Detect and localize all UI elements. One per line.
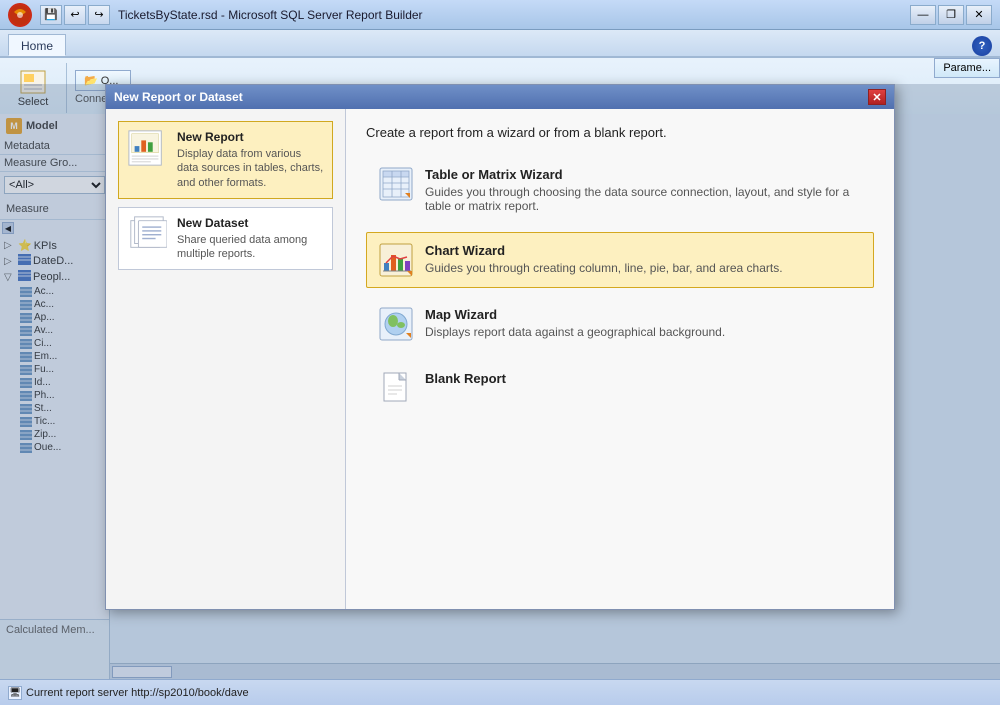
save-btn[interactable]: 💾	[40, 5, 62, 25]
modal-close-button[interactable]: ✕	[868, 89, 886, 105]
table-wizard-icon	[379, 167, 413, 201]
window-title: TicketsByState.rsd - Microsoft SQL Serve…	[118, 8, 423, 22]
status-bar: 🖥 Current report server http://sp2010/bo…	[0, 679, 1000, 705]
undo-btn[interactable]: ↩	[64, 5, 86, 25]
modal-header-text: Create a report from a wizard or from a …	[366, 125, 874, 140]
wizard-table-matrix[interactable]: Table or Matrix Wizard Guides you throug…	[366, 156, 874, 224]
table-wizard-title: Table or Matrix Wizard	[425, 167, 861, 182]
title-bar: 💾 ↩ ↪ TicketsByState.rsd - Microsoft SQL…	[0, 0, 1000, 30]
modal-titlebar: New Report or Dataset ✕	[106, 85, 894, 109]
new-dataset-desc: Share queried data among multiple report…	[177, 233, 324, 262]
map-wizard-icon	[379, 307, 413, 341]
params-button[interactable]: Parame...	[934, 58, 1000, 78]
modal-left-panel: New Report Display data from various dat…	[106, 109, 346, 609]
new-dataset-text: New Dataset Share queried data among mul…	[177, 216, 324, 262]
new-report-title: New Report	[177, 130, 324, 144]
blank-report-icon	[379, 371, 413, 405]
app-logo	[8, 3, 32, 27]
modal-right-panel: Create a report from a wizard or from a …	[346, 109, 894, 609]
new-report-modal: New Report or Dataset ✕	[105, 84, 895, 610]
chart-wizard-icon	[379, 243, 413, 277]
new-report-text: New Report Display data from various dat…	[177, 130, 324, 190]
new-report-card[interactable]: New Report Display data from various dat…	[118, 121, 333, 199]
tab-home[interactable]: Home	[8, 34, 66, 56]
modal-title: New Report or Dataset	[114, 90, 243, 104]
new-report-icon	[127, 130, 167, 166]
close-btn[interactable]: ✕	[966, 5, 992, 25]
help-button[interactable]: ?	[972, 36, 992, 56]
blank-report-title: Blank Report	[425, 371, 506, 386]
status-icon: 🖥	[8, 686, 22, 700]
new-dataset-icon	[127, 216, 167, 252]
new-report-desc: Display data from various data sources i…	[177, 147, 324, 190]
chart-wizard-title: Chart Wizard	[425, 243, 783, 258]
map-wizard-title: Map Wizard	[425, 307, 725, 322]
restore-btn[interactable]: ❐	[938, 5, 964, 25]
redo-btn[interactable]: ↪	[88, 5, 110, 25]
modal-body: New Report Display data from various dat…	[106, 109, 894, 609]
ribbon: Home ?	[0, 30, 1000, 58]
table-wizard-text: Table or Matrix Wizard Guides you throug…	[425, 167, 861, 213]
chart-wizard-text: Chart Wizard Guides you through creating…	[425, 243, 783, 275]
wizard-map[interactable]: Map Wizard Displays report data against …	[366, 296, 874, 352]
table-wizard-desc: Guides you through choosing the data sou…	[425, 185, 861, 213]
wizard-blank-report[interactable]: Blank Report	[366, 360, 874, 416]
blank-report-text: Blank Report	[425, 371, 506, 389]
modal-overlay: New Report or Dataset ✕	[0, 84, 1000, 679]
wizard-chart[interactable]: Chart Wizard Guides you through creating…	[366, 232, 874, 288]
new-dataset-card[interactable]: New Dataset Share queried data among mul…	[118, 207, 333, 271]
minimize-btn[interactable]: —	[910, 5, 936, 25]
map-wizard-text: Map Wizard Displays report data against …	[425, 307, 725, 339]
chart-wizard-desc: Guides you through creating column, line…	[425, 261, 783, 275]
status-text: Current report server http://sp2010/book…	[26, 687, 249, 699]
map-wizard-desc: Displays report data against a geographi…	[425, 325, 725, 339]
new-dataset-title: New Dataset	[177, 216, 324, 230]
